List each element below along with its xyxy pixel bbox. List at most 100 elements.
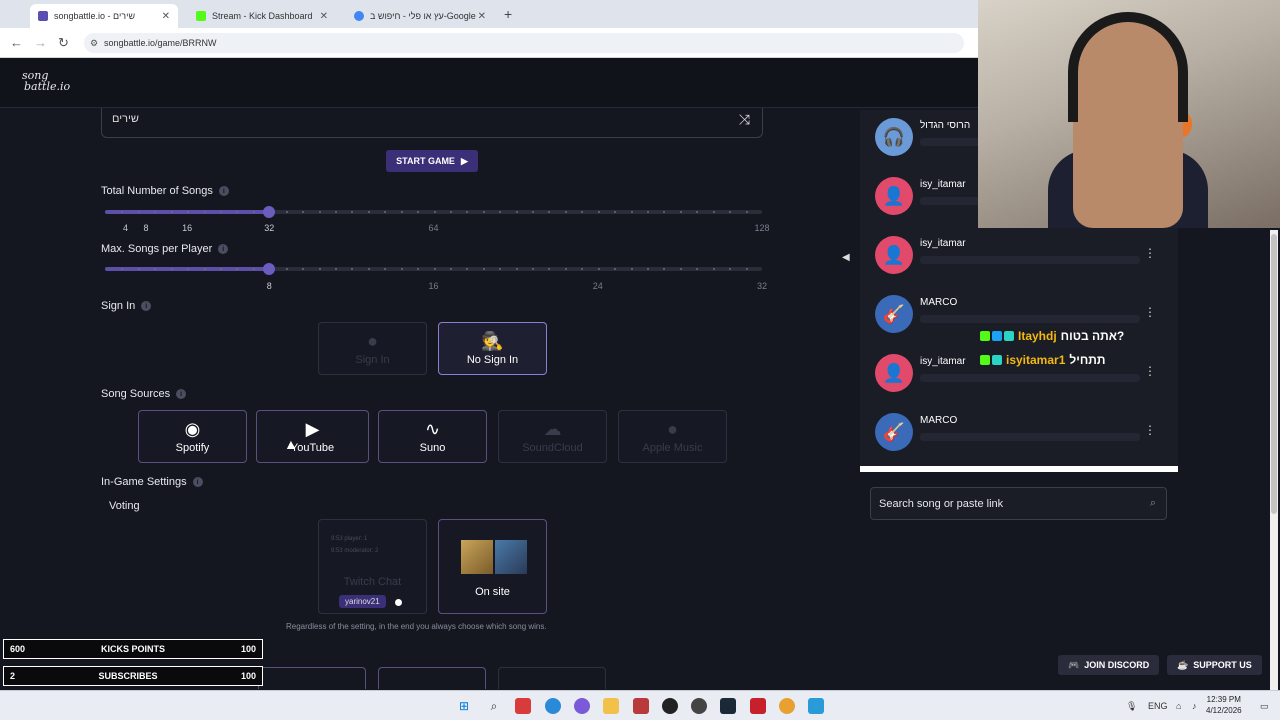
max-per-player-slider[interactable] <box>105 263 762 275</box>
clock[interactable]: 12:39 PM 4/12/2026 <box>1206 694 1242 716</box>
source-youtube[interactable]: ▶ YouTube <box>256 410 369 463</box>
source-apple-music[interactable]: ● Apple Music <box>618 410 727 463</box>
songbattle-logo[interactable]: song battle.io <box>22 70 72 92</box>
collapse-panel-icon[interactable]: ◀ <box>842 252 850 263</box>
apple-icon: ● <box>667 418 678 439</box>
search-icon[interactable]: ⌕ <box>486 698 502 714</box>
network-icon[interactable]: ⌂ <box>1176 701 1181 711</box>
site-info-icon[interactable]: ⚙ <box>90 38 98 49</box>
more-options-icon[interactable]: ⋮ <box>1144 423 1156 437</box>
player-name: MARCO <box>920 297 958 308</box>
next-row-card[interactable] <box>498 667 606 689</box>
url-text: songbattle.io/game/BRRNW <box>104 38 217 48</box>
slider-step-dot <box>630 211 633 213</box>
close-icon[interactable]: ✕ <box>162 11 170 22</box>
chrome-icon[interactable] <box>779 698 795 714</box>
discord-app-icon[interactable] <box>574 698 590 714</box>
join-discord-button[interactable]: 🎮 JOIN DISCORD <box>1058 655 1160 675</box>
app-icon[interactable] <box>750 698 766 714</box>
close-icon[interactable]: ✕ <box>478 11 486 22</box>
genre-input[interactable]: שירים ⤨ <box>101 108 763 138</box>
slider-step-dot <box>449 268 452 270</box>
slider-step-dot <box>400 211 403 213</box>
reload-icon[interactable]: ↻ <box>58 35 69 51</box>
total-songs-slider[interactable] <box>105 206 762 218</box>
search-icon[interactable]: ⌕ <box>1150 497 1156 510</box>
more-options-icon[interactable]: ⋮ <box>1144 305 1156 319</box>
player-name: isy_itamar <box>920 356 966 367</box>
chat-badges <box>980 331 1014 341</box>
slider-step-dot <box>564 211 567 213</box>
headphones-avatar-icon: 🎧 <box>875 118 913 156</box>
file-explorer-icon[interactable] <box>603 698 619 714</box>
support-us-button[interactable]: ☕ SUPPORT US <box>1167 655 1262 675</box>
sign-in-option[interactable]: ● Sign In <box>318 322 427 375</box>
next-row-card[interactable] <box>378 667 486 689</box>
soundcloud-icon: ☁ <box>543 418 562 439</box>
obs-icon[interactable] <box>662 698 678 714</box>
start-game-label: START GAME <box>396 156 455 166</box>
tab-label: Stream - Kick Dashboard <box>212 11 313 21</box>
slider-step-dot <box>548 211 551 213</box>
more-options-icon[interactable]: ⋮ <box>1144 364 1156 378</box>
start-game-button[interactable]: START GAME ▶ <box>386 150 478 172</box>
source-spotify[interactable]: ◉ Spotify <box>138 410 247 463</box>
shuffle-icon[interactable]: ⤨ <box>739 111 750 128</box>
subscribes-label: SUBSCRIBES <box>98 671 158 681</box>
slider-step-dot <box>745 268 748 270</box>
slider-step-dot <box>351 268 354 270</box>
no-sign-in-option[interactable]: 🕵 No Sign In <box>438 322 547 375</box>
back-icon[interactable]: ← <box>10 35 23 50</box>
info-icon[interactable]: i <box>176 389 187 399</box>
app-icon[interactable] <box>633 698 649 714</box>
next-row-card[interactable] <box>258 667 366 689</box>
windows-start-icon[interactable]: ⊞ <box>456 698 472 714</box>
twitch-user-chip: yarinov21 <box>339 595 386 608</box>
clock-time: 12:39 PM <box>1206 695 1241 704</box>
more-options-icon[interactable]: ⋮ <box>1144 246 1156 260</box>
song-search-input[interactable]: Search song or paste link ⌕ <box>870 487 1167 520</box>
info-icon[interactable]: i <box>218 186 229 196</box>
voting-label: Voting <box>109 500 140 512</box>
list-item[interactable]: 👤 isy_itamar ⋮ <box>860 228 1178 284</box>
user-avatar-icon: 👤 <box>875 177 913 215</box>
slider-step-dot <box>729 211 732 213</box>
notification-icon[interactable]: ▭ <box>1260 701 1269 712</box>
source-soundcloud[interactable]: ☁ SoundCloud <box>498 410 607 463</box>
voting-twitch-option[interactable]: 9:53 player: 1 9:53 moderator: 2 Twitch … <box>318 519 427 614</box>
scrollbar-thumb[interactable] <box>1271 234 1277 514</box>
app-icon[interactable] <box>515 698 531 714</box>
close-icon[interactable]: ✕ <box>320 11 328 22</box>
kick-points-label: KICKS POINTS <box>100 644 165 654</box>
mic-icon[interactable]: 🎙 <box>1126 701 1137 712</box>
language-indicator[interactable]: ENG <box>1148 701 1168 711</box>
edge-icon[interactable] <box>545 698 561 714</box>
new-tab-button[interactable]: + <box>504 6 512 22</box>
voting-onsite-option[interactable]: On site <box>438 519 547 614</box>
forward-icon[interactable]: → <box>34 35 47 50</box>
slider-step-dot <box>302 211 305 213</box>
slider-step-dot <box>466 211 469 213</box>
slider-step-dot <box>482 268 485 270</box>
slider-step-dot <box>351 211 354 213</box>
tab-kick-dashboard[interactable]: Stream - Kick Dashboard ✕ <box>188 4 336 28</box>
info-icon[interactable]: i <box>141 301 152 311</box>
slider-step-dot <box>285 268 288 270</box>
info-icon[interactable]: i <box>218 244 229 254</box>
volume-icon[interactable]: ♪ <box>1192 701 1197 711</box>
app-icon[interactable] <box>808 698 824 714</box>
horizontal-scrollbar[interactable] <box>860 466 1178 472</box>
slider-step-dot <box>581 268 584 270</box>
address-bar[interactable]: ⚙ songbattle.io/game/BRRNW <box>84 33 964 53</box>
source-suno[interactable]: ∿ Suno <box>378 410 487 463</box>
page-scrollbar[interactable] <box>1270 230 1278 690</box>
slider-step-dot <box>334 211 337 213</box>
tab-google-search[interactable]: עץ או פלי - חיפוש ב-Google ✕ <box>346 4 494 28</box>
tab-songbattle[interactable]: songbattle.io - שירים ✕ <box>30 4 178 28</box>
info-icon[interactable]: i <box>192 477 203 487</box>
slider-step-dot <box>696 268 699 270</box>
source-label: Spotify <box>175 441 210 454</box>
list-item[interactable]: 🎸 MARCO ⋮ <box>860 405 1178 461</box>
app-icon[interactable] <box>691 698 707 714</box>
steam-icon[interactable] <box>720 698 736 714</box>
